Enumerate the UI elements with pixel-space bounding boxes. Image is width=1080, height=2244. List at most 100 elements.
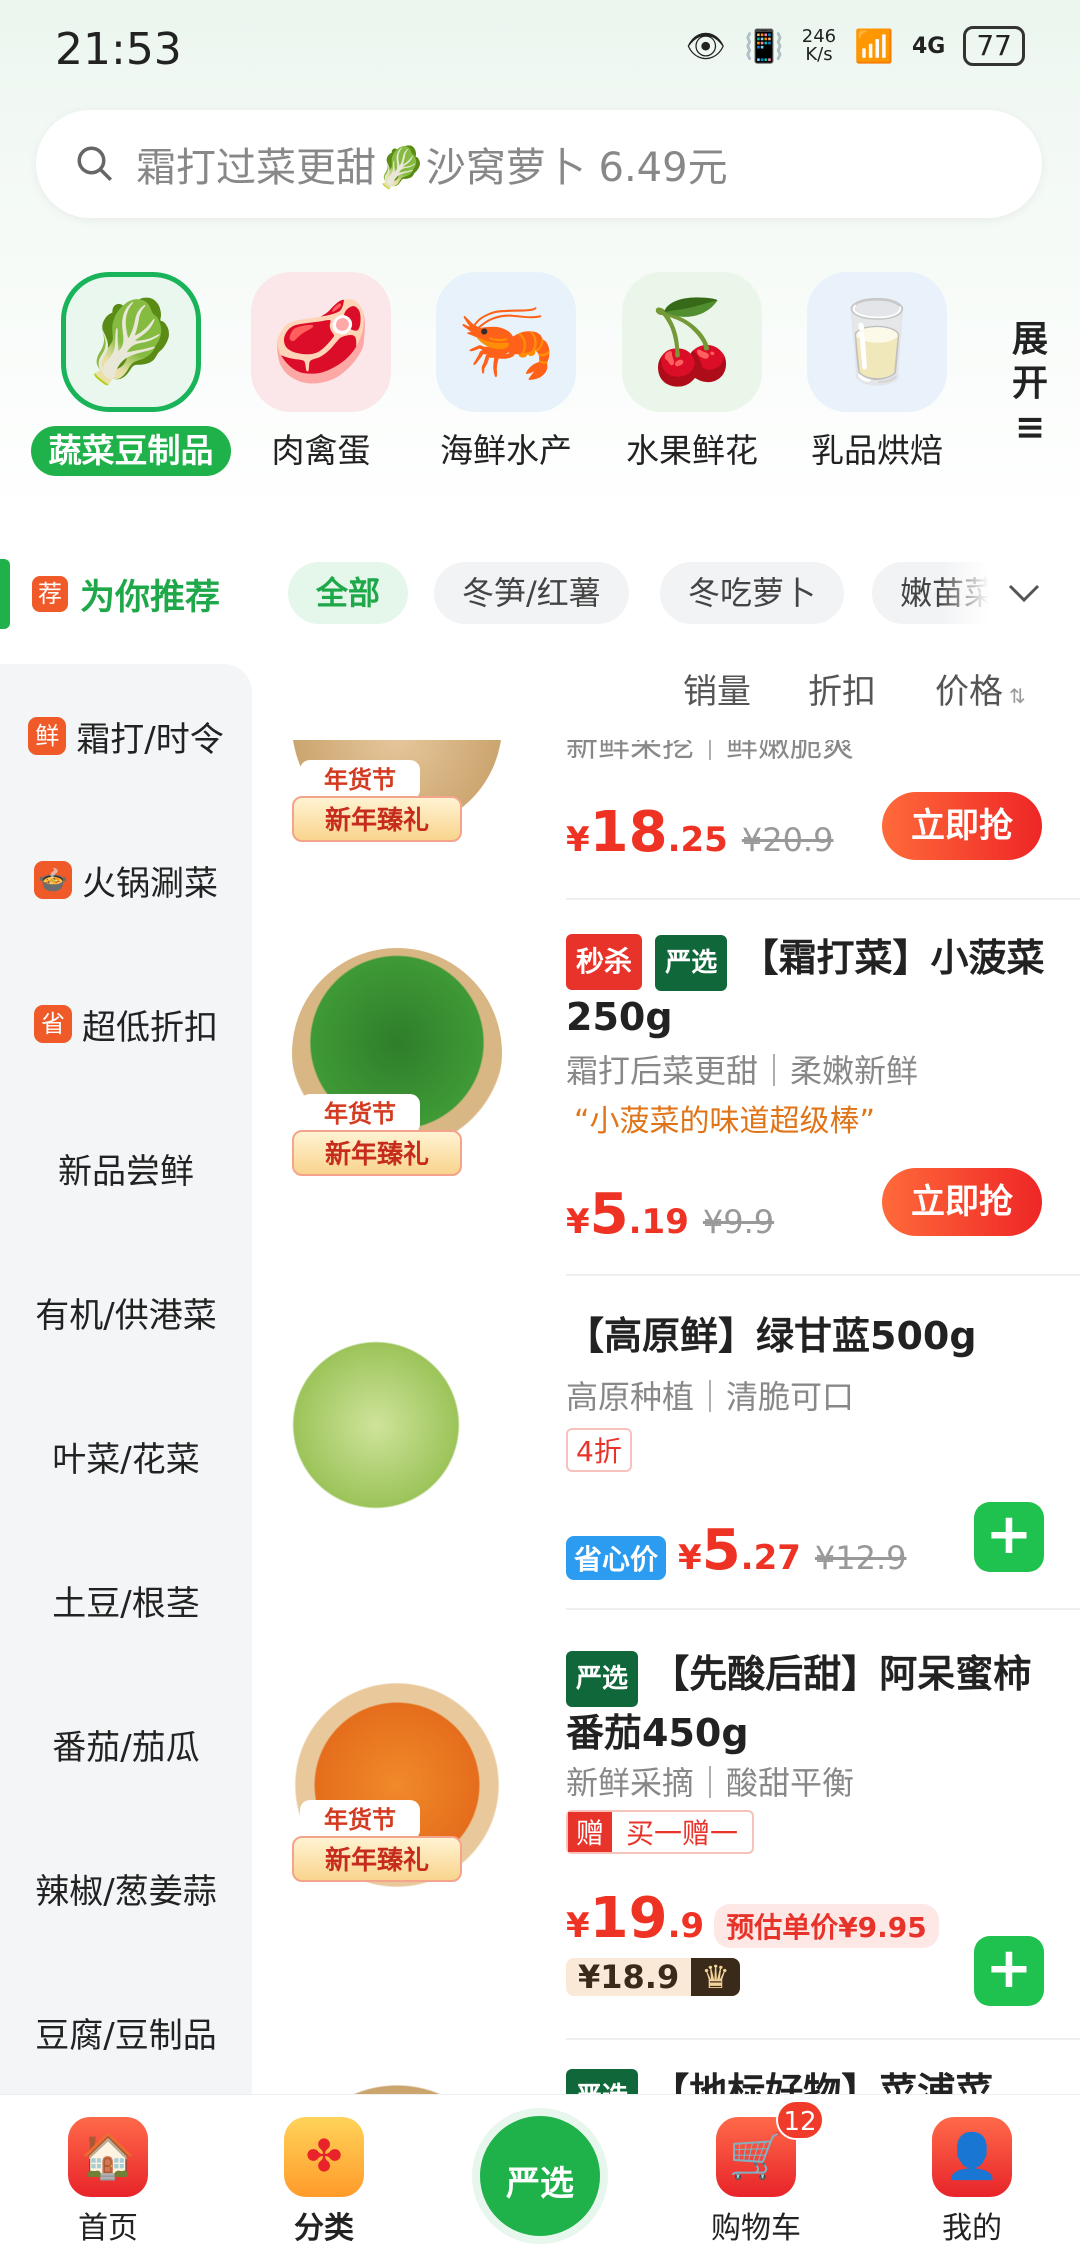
flash-sale-badge: 秒杀 (566, 934, 643, 990)
divider (566, 1274, 1080, 1276)
member-price: ¥18.9 ♛ (566, 1958, 740, 1996)
search-icon (77, 146, 112, 181)
promo-banner: 新年臻礼 (292, 1836, 462, 1882)
category-label: 水果鲜花 (626, 431, 758, 470)
category-label: 蔬菜豆制品 (31, 426, 231, 476)
add-to-cart-button[interactable]: + (974, 1936, 1044, 2006)
product-price: ¥18.25 ¥20.9 (566, 800, 834, 865)
tab-category[interactable]: ✤ 分类 (216, 2095, 432, 2244)
add-to-cart-button[interactable]: + (974, 1502, 1044, 1572)
status-time: 21:53 (55, 24, 182, 75)
recommend-badge: 荐 (32, 576, 68, 612)
original-price: ¥12.9 (814, 1539, 907, 1577)
vibrate-icon: 📳 (743, 27, 784, 65)
sidebar-item-tomato-eggplant[interactable]: 番茄/茄瓜 (0, 1672, 252, 1816)
category-icon: 🦐 (436, 272, 576, 412)
product-image[interactable] (292, 2080, 502, 2094)
sidebar-item-hotpot[interactable]: 🍲 火锅涮菜 (0, 808, 252, 952)
product-review-quote: “小菠菜的味道超级棒” (574, 1104, 876, 1139)
promo-banner-top: 年货节 (300, 1094, 420, 1134)
member-icon: ♛ (691, 1958, 740, 1996)
profile-icon: 👤 (932, 2117, 1012, 2197)
price-label: 省心价 (566, 1536, 667, 1580)
tab-cart[interactable]: 🛒 购物车 (648, 2095, 864, 2244)
product-title: 严选 【先酸后甜】阿呆蜜柿番茄450g (566, 1651, 1032, 1755)
cart-count-badge: 12 (776, 2100, 824, 2140)
divider (566, 2038, 1080, 2040)
wifi-icon: 📶 (854, 27, 894, 65)
category-fruit-flowers[interactable]: 🍒 水果鲜花 (607, 272, 777, 476)
sort-discount[interactable]: 折扣 (808, 664, 876, 713)
sidebar-item-discount[interactable]: 省超低折扣 (0, 952, 252, 1096)
selected-badge: 严选 (655, 935, 728, 991)
selected-badge: 严选 (566, 2069, 639, 2094)
product-subtitle: 高原种植｜清脆可口 (566, 1378, 855, 1416)
category-icon: 🍒 (622, 272, 762, 412)
product-subtitle: 新鲜采挖｜鲜嫩脆爽 (566, 740, 855, 764)
category-vegetables[interactable]: 🥬 蔬菜豆制品 (31, 272, 231, 476)
sidebar-item-frost-seasonal[interactable]: 鲜霜打/时令 (0, 664, 252, 808)
category-label: 乳品烘焙 (811, 431, 943, 470)
gift-tag: 赠买一赠一 (566, 1810, 755, 1854)
unit-price-estimate: 预估单价¥9.95 (714, 1904, 939, 1948)
divider (566, 1608, 1080, 1610)
tab-mine[interactable]: 👤 我的 (864, 2095, 1080, 2244)
promo-banner-top: 年货节 (300, 1800, 420, 1840)
sidebar-item-potato-root[interactable]: 土豆/根茎 (0, 1528, 252, 1672)
sort-arrows-icon: ⇅ (1009, 684, 1026, 708)
recommend-label: 为你推荐 (80, 577, 221, 618)
original-price: ¥20.9 (741, 821, 834, 859)
chevron-down-icon[interactable] (1004, 578, 1044, 608)
divider (566, 898, 1080, 900)
original-price: ¥9.9 (702, 1203, 775, 1241)
category-icon: 🥛 (807, 272, 947, 412)
chip-all[interactable]: 全部 (288, 562, 409, 624)
product-subtitle: 霜打后菜更甜｜柔嫩新鲜 (566, 1052, 919, 1090)
category-seafood[interactable]: 🦐 海鲜水产 (421, 272, 591, 476)
expand-categories-button[interactable]: 展 开 ≡ (1000, 318, 1060, 450)
search-placeholder: 霜打过菜更甜🥬沙窝萝卜 6.49元 (136, 145, 728, 191)
active-indicator (0, 559, 10, 629)
product-price: ¥5.19 ¥9.9 (566, 1182, 775, 1247)
sort-sales[interactable]: 销量 (683, 664, 751, 713)
recommend-tab[interactable]: 荐 为你推荐 (0, 556, 220, 632)
search-bar[interactable]: 霜打过菜更甜🥬沙窝萝卜 6.49元 (36, 110, 1042, 218)
tab-home[interactable]: 🏠 首页 (0, 2095, 216, 2244)
product-image[interactable] (292, 1320, 502, 1530)
network-speed: 246 K/s (801, 26, 837, 65)
menu-icon: ≡ (1014, 407, 1046, 448)
battery-indicator: 77 (963, 26, 1025, 66)
buy-now-button[interactable]: 立即抢 (882, 1168, 1042, 1236)
promo-banner-top: 年货节 (300, 760, 420, 800)
chip-winter-bamboo-sweet-potato[interactable]: 冬笋/红薯 (434, 562, 629, 624)
category-label: 肉禽蛋 (271, 431, 371, 470)
sidebar-item-pepper-garlic[interactable]: 辣椒/葱姜蒜 (0, 1816, 252, 1960)
network-type: 4G (911, 33, 946, 59)
sidebar-item-new[interactable]: 新品尝鲜 (0, 1096, 252, 1240)
promo-banner: 新年臻礼 (292, 796, 462, 842)
product-list: 年货节 新年臻礼 新鲜采挖｜鲜嫩脆爽 ¥18.25 ¥20.9 立即抢 年货节 新… (252, 740, 1080, 2094)
tab-selected-center[interactable]: 严选 (472, 2108, 608, 2244)
eye-icon: 👁 (685, 27, 726, 65)
hotpot-icon: 🍲 (34, 861, 72, 899)
product-subtitle: 新鲜采摘｜酸甜平衡 (566, 1764, 855, 1802)
product-price: 省心价 ¥5.27 ¥12.9 (566, 1518, 907, 1583)
category-icon: ✤ (284, 2117, 364, 2197)
chip-winter-radish[interactable]: 冬吃萝卜 (660, 562, 845, 624)
selected-badge: 严选 (566, 1651, 639, 1707)
sidebar-item-tofu[interactable]: 豆腐/豆制品 (0, 1960, 252, 2104)
product-title: 【高原鲜】绿甘蓝500g (566, 1314, 977, 1358)
category-meat-eggs[interactable]: 🥩 肉禽蛋 (236, 272, 406, 476)
discount-tag: 4折 (566, 1428, 632, 1472)
product-price: ¥19.9 预估单价¥9.95 (566, 1886, 939, 1951)
buy-now-button[interactable]: 立即抢 (882, 792, 1042, 860)
sidebar-item-organic[interactable]: 有机/供港菜 (0, 1240, 252, 1384)
sidebar-item-leafy[interactable]: 叶菜/花菜 (0, 1384, 252, 1528)
product-title: 严选 【地标好物】菜浦菜 (566, 2066, 1066, 2094)
category-dairy-bakery[interactable]: 🥛 乳品烘焙 (792, 272, 962, 476)
fresh-badge: 鲜 (28, 717, 67, 755)
category-icon: 🥩 (251, 272, 391, 412)
sort-price[interactable]: 价格 ⇅ (935, 664, 1026, 713)
status-icons: 👁 📳 246 K/s 📶 4G 77 (685, 26, 1025, 66)
category-icon: 🥬 (61, 272, 201, 412)
